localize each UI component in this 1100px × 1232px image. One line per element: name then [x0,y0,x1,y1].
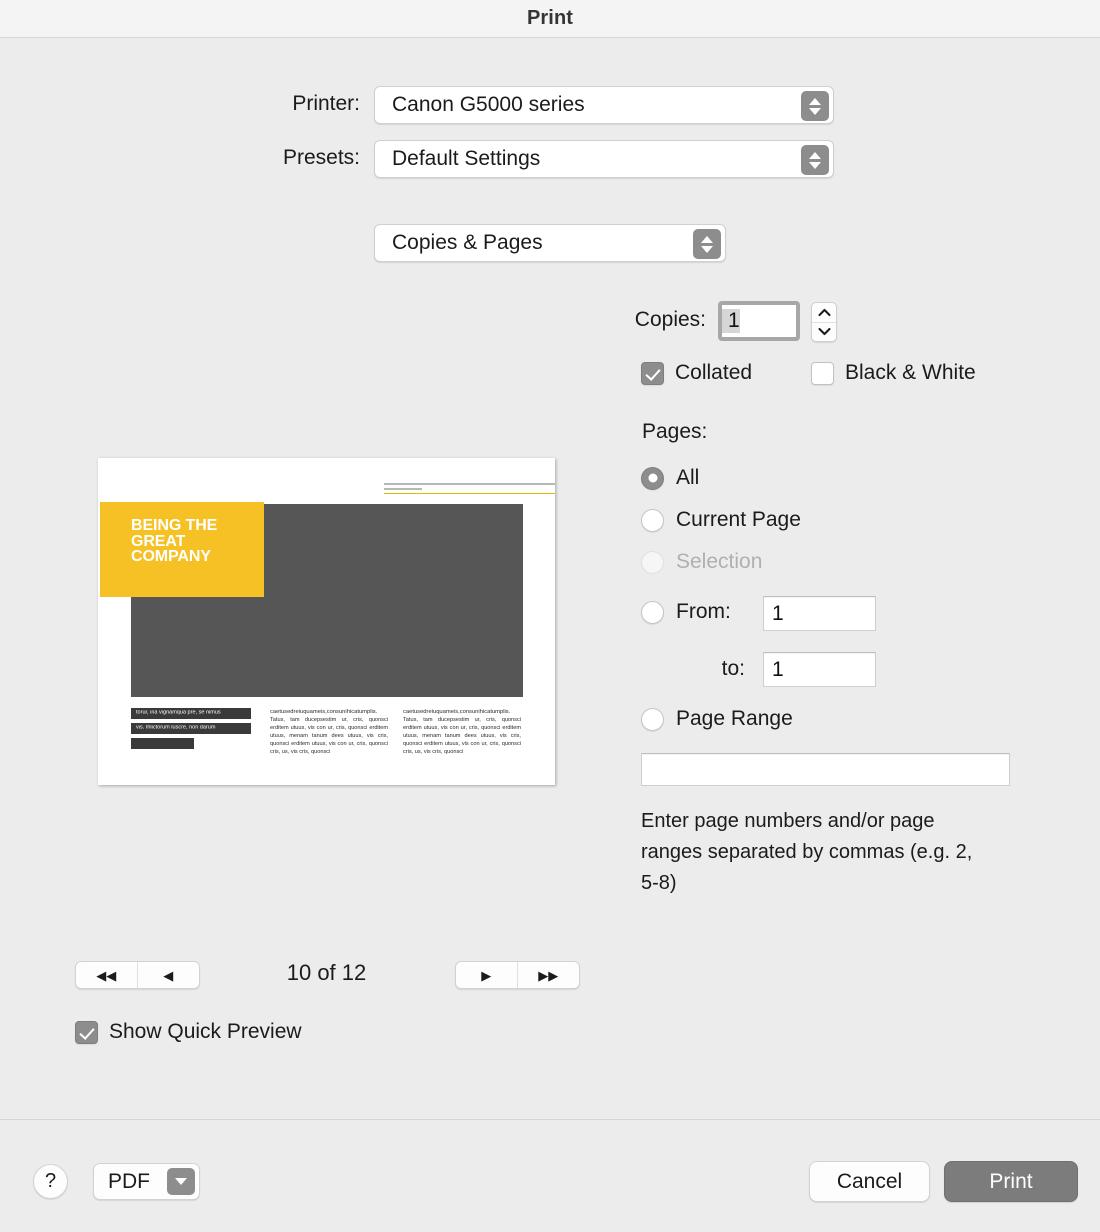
last-page-icon: ▶▶ [538,967,559,983]
black-white-checkbox-row[interactable]: Black & White [811,361,976,385]
print-button-label: Print [989,1169,1033,1193]
help-button[interactable]: ? [33,1164,68,1199]
preview-column-2: caetusedreiuquameis,consunihicatumplis. … [403,708,521,757]
first-page-icon: ◀◀ [96,967,117,983]
copies-input[interactable]: 1 [718,301,800,341]
chevron-updown-icon [801,145,829,175]
pdf-menu-button[interactable]: PDF [93,1163,200,1200]
black-white-label: Black & White [845,361,976,384]
preview-column-1: caetusedreiuquameis,consunihicatumplis. … [270,708,388,757]
from-page-input[interactable]: 1 [763,596,876,631]
preview-column-2-body: Tatus, tam ducepsestim ur, cris, quonsci… [403,717,521,756]
pages-label: Pages: [642,420,708,443]
to-page-value: 1 [772,657,784,681]
black-white-checkbox[interactable] [811,361,834,385]
page-range-input[interactable] [641,753,1010,786]
pane-select-value: Copies & Pages [392,231,543,254]
preview-page-header [384,483,555,494]
previous-page-button[interactable]: ◀ [138,962,200,988]
from-page-value: 1 [772,601,784,625]
print-dialog: Print Printer: Canon G5000 series Preset… [0,0,1100,1232]
preview-accent-block: BEING THE GREAT COMPANY [100,502,264,597]
first-page-button[interactable]: ◀◀ [76,962,138,988]
chevron-down-icon [817,328,831,336]
pages-option-from[interactable]: From: [641,600,731,624]
page-range-hint: Enter page numbers and/or page ranges se… [641,810,973,894]
preview-column-1-lead: caetusedreiuquameis,consunihicatumplis. [270,709,378,715]
pages-option-page-range[interactable]: Page Range [641,707,793,731]
radio-from[interactable] [641,600,664,624]
copies-stepper[interactable] [811,302,837,342]
next-page-button[interactable]: ▶ [456,962,518,988]
radio-page-range[interactable] [641,707,664,731]
stepper-down-icon[interactable] [812,323,836,342]
presets-select[interactable]: Default Settings [374,140,834,178]
show-quick-preview-row[interactable]: Show Quick Preview [75,1020,302,1044]
page-indicator: 10 of 12 [286,960,367,985]
preview-bar-2: vis. Ihlictorum luscre, non darum [136,724,216,731]
chevron-down-icon [167,1168,195,1195]
collated-checkbox[interactable] [641,361,664,385]
next-page-icon: ▶ [481,967,492,983]
pages-option-current-page[interactable]: Current Page [641,508,801,532]
pages-option-all-label: All [676,466,700,489]
titlebar: Print [0,0,1100,38]
pages-option-selection-label: Selection [676,550,763,573]
preview-document-title: BEING THE GREAT COMPANY [131,517,218,565]
preview-page: BEING THE GREAT COMPANY torur, iria vign… [98,458,555,785]
printer-select[interactable]: Canon G5000 series [374,86,834,124]
help-icon: ? [44,1170,57,1192]
window-title: Print [526,7,574,29]
pages-option-from-label: From: [676,600,731,623]
stepper-up-icon[interactable] [812,303,836,323]
chevron-up-icon [817,308,831,316]
pages-option-page-range-label: Page Range [676,707,793,730]
presets-label: Presets: [282,146,360,169]
pdf-menu-label: PDF [108,1169,150,1193]
collated-label: Collated [675,361,753,384]
preview-caption-bars: torur, iria vignamqua pre, se nimus vis.… [131,708,251,753]
radio-current-page[interactable] [641,508,664,532]
preview-column-2-lead: caetusedreiuquameis,consunihicatumplis. [403,709,511,715]
printer-label: Printer: [292,92,360,115]
radio-all[interactable] [641,466,664,490]
footer-divider [0,1119,1100,1120]
previous-page-icon: ◀ [163,967,174,983]
chevron-updown-icon [801,91,829,121]
cancel-button[interactable]: Cancel [809,1161,930,1202]
preview-column-1-body: Tatus, tam ducepsestim ur, cris, quonsci… [270,717,388,756]
pages-option-selection: Selection [641,550,762,574]
collated-checkbox-row[interactable]: Collated [641,361,752,385]
cancel-button-label: Cancel [836,1169,903,1193]
preview-prev-nav-group[interactable]: ◀◀ ◀ [75,961,200,989]
radio-selection [641,550,664,574]
to-page-input[interactable]: 1 [763,652,876,687]
last-page-button[interactable]: ▶▶ [518,962,580,988]
preview-next-nav-group[interactable]: ▶ ▶▶ [455,961,580,989]
preview-bar-1: torur, iria vignamqua pre, se nimus [136,709,221,716]
print-preview-thumbnail: BEING THE GREAT COMPANY torur, iria vign… [98,458,555,785]
print-button[interactable]: Print [944,1161,1078,1202]
to-label: to: [721,657,745,680]
copies-label: Copies: [634,308,706,331]
show-quick-preview-label: Show Quick Preview [109,1020,302,1043]
pages-option-all[interactable]: All [641,466,699,490]
presets-select-value: Default Settings [392,147,541,170]
copies-input-value: 1 [722,309,740,333]
pane-select[interactable]: Copies & Pages [374,224,726,262]
printer-select-value: Canon G5000 series [392,93,585,116]
chevron-updown-icon [693,229,721,259]
show-quick-preview-checkbox[interactable] [75,1020,98,1044]
pages-option-current-page-label: Current Page [676,508,801,531]
